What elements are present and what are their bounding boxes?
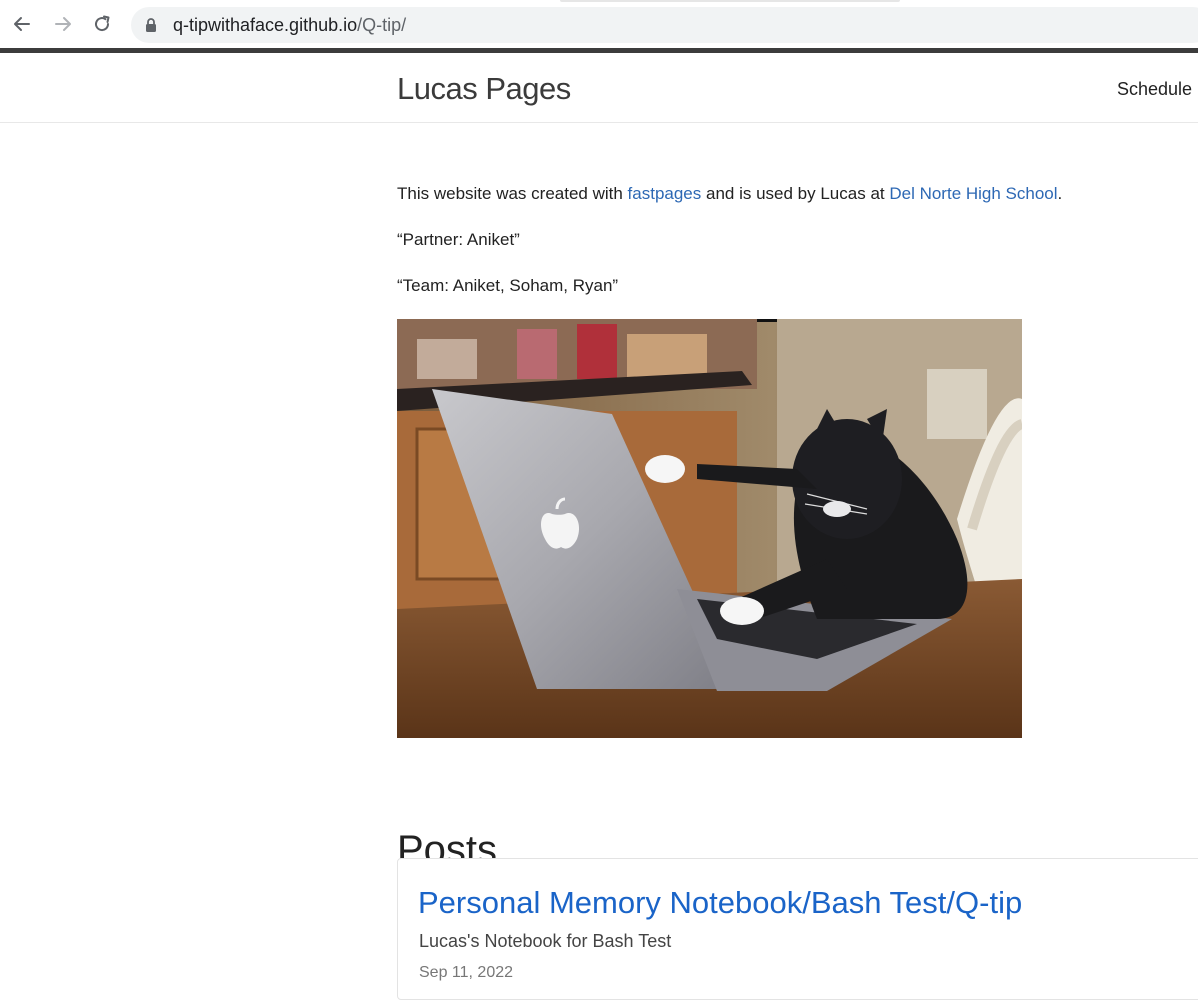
url-host: q-tipwithaface.github.io <box>173 15 358 35</box>
reload-icon <box>95 15 110 32</box>
lock-icon[interactable] <box>145 18 157 33</box>
post-date: Sep 11, 2022 <box>419 964 514 981</box>
team-text: “Team: Aniket, Soham, Ryan” <box>397 276 619 295</box>
partner-text: “Partner: Aniket” <box>397 230 520 249</box>
site-header: Lucas Pages Schedule <box>0 53 1198 123</box>
post-description: Lucas's Notebook for Bash Test <box>419 931 672 951</box>
tab-strip-edge <box>560 0 900 2</box>
fastpages-link[interactable]: fastpages <box>628 184 702 203</box>
address-bar[interactable]: q-tipwithaface.github.io/Q-tip/ <box>131 7 1198 43</box>
back-arrow-icon <box>14 17 30 31</box>
forward-button[interactable] <box>51 12 75 36</box>
del-norte-link[interactable]: Del Norte High School <box>889 184 1057 203</box>
site-title[interactable]: Lucas Pages <box>397 71 571 107</box>
post-title-link[interactable]: Personal Memory Notebook/Bash Test/Q-tip <box>418 885 1022 921</box>
post-card: Personal Memory Notebook/Bash Test/Q-tip… <box>397 858 1198 1000</box>
forward-arrow-icon <box>55 17 71 31</box>
intro-middle: and is used by Lucas at <box>701 184 890 203</box>
nav-link-schedule[interactable]: Schedule <box>1117 79 1192 100</box>
intro-prefix: This website was created with <box>397 184 628 203</box>
cat-typing-gif <box>397 319 1022 738</box>
reload-button[interactable] <box>90 12 114 36</box>
back-button[interactable] <box>10 12 34 36</box>
url-text[interactable]: q-tipwithaface.github.io/Q-tip/ <box>173 15 406 35</box>
url-path: /Q-tip/ <box>357 15 407 35</box>
browser-toolbar: q-tipwithaface.github.io/Q-tip/ <box>0 0 1198 48</box>
intro-paragraph: This website was created with fastpages … <box>397 184 1062 204</box>
intro-suffix: . <box>1057 184 1063 203</box>
